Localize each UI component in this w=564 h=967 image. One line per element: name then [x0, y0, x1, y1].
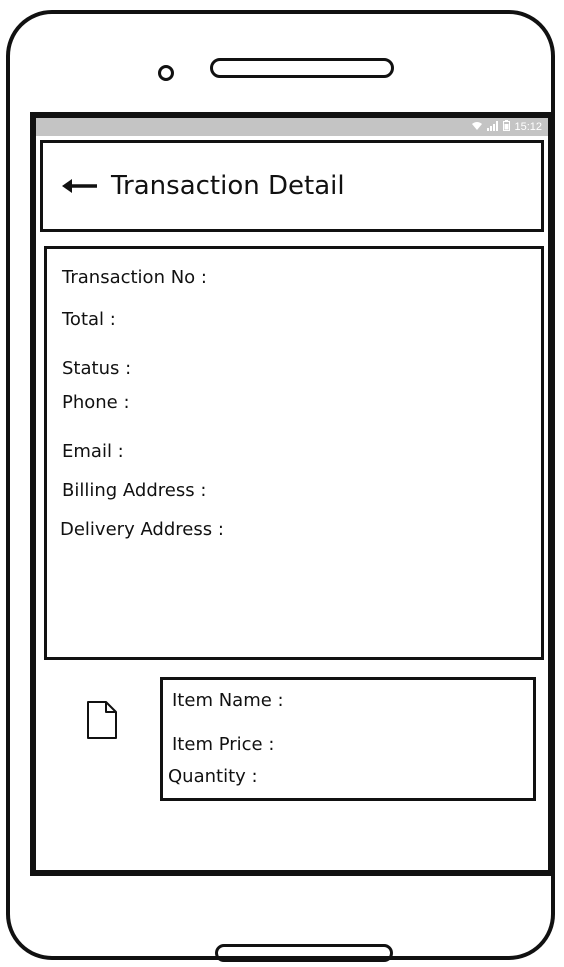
arrow-left-icon[interactable]	[61, 176, 99, 196]
delivery-address-label: Delivery Address :	[60, 519, 224, 540]
app-header: Transaction Detail	[40, 140, 544, 232]
phone-label: Phone :	[62, 392, 130, 413]
wifi-icon	[471, 121, 483, 134]
email-label: Email :	[62, 441, 124, 462]
camera-icon	[158, 65, 174, 81]
quantity-label: Quantity :	[168, 766, 258, 787]
item-price-label: Item Price :	[172, 734, 275, 755]
signal-icon	[487, 120, 499, 134]
status-time: 15:12	[514, 121, 542, 133]
page-title: Transaction Detail	[111, 171, 345, 201]
total-label: Total :	[62, 309, 116, 330]
transaction-details-panel: Transaction No : Total : Status : Phone …	[44, 246, 544, 660]
billing-address-label: Billing Address :	[62, 480, 207, 501]
document-icon	[86, 700, 118, 740]
home-button[interactable]	[215, 944, 393, 962]
speaker-grille	[210, 58, 394, 78]
status-label: Status :	[62, 358, 132, 379]
battery-icon	[503, 120, 511, 134]
item-card: Item Name : Item Price : Quantity :	[160, 677, 536, 801]
screen: 15:12 Transaction Detail Transaction No …	[30, 112, 554, 876]
status-bar: 15:12	[36, 118, 548, 136]
item-name-label: Item Name :	[172, 690, 284, 711]
transaction-no-label: Transaction No :	[62, 267, 207, 288]
